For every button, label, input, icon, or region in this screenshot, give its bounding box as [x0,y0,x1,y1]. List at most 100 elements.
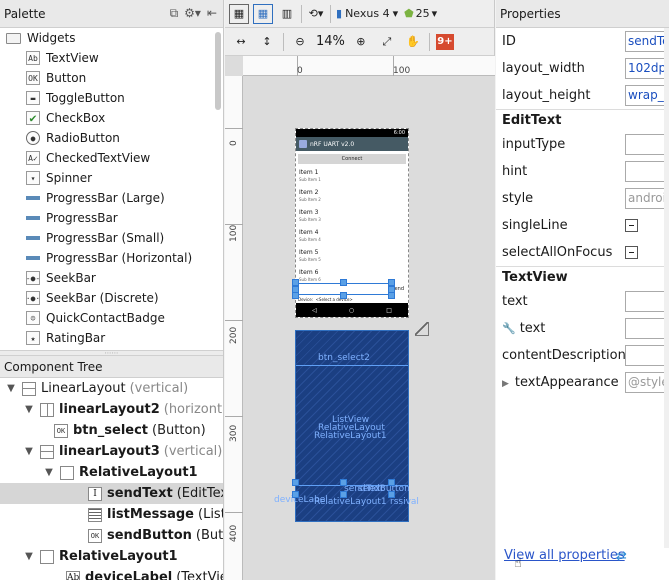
resize-handle[interactable] [388,491,395,498]
edittext-icon: I [88,486,102,501]
palette-item-progressbar[interactable]: ProgressBar [0,208,223,228]
button-icon: OK [26,71,40,85]
resize-handle[interactable] [340,479,347,486]
resize-handle[interactable] [388,292,395,299]
hand-cursor-icon: ☝ [514,556,522,571]
left-panel: Palette ⧉ ⚙▾ ⇤ Widgets Ab TextView OK Butt… [0,0,224,580]
tree-row[interactable]: ▼ RelativeLayout1 [0,462,223,483]
palette-category-widgets[interactable]: Widgets [0,28,223,48]
design-view-icon[interactable]: ▦ [229,3,249,24]
pan-hand-icon[interactable]: ✋ [403,32,423,52]
nav-bar: ◁ ○ □ [296,303,408,317]
text-tools-field[interactable] [625,318,669,339]
android-studio-layout-editor: Palette ⧉ ⚙▾ ⇤ Widgets Ab TextView OK Butt… [0,0,669,580]
tree-row[interactable]: listMessage(ListV [0,504,223,525]
properties-scrollbar[interactable] [664,28,669,548]
palette-item-button[interactable]: OK Button [0,68,223,88]
palette-item-seekbar[interactable]: -●- SeekBar [0,268,223,288]
resize-handle[interactable] [292,292,299,299]
seekbar-discrete-icon: ·●· [26,291,40,305]
zoom-in-icon[interactable]: ⊕ [351,32,371,52]
palette-item-quickcontactbadge[interactable]: ☺ QuickContactBadge [0,308,223,328]
palette-item-radiobutton[interactable]: ● RadioButton [0,128,223,148]
canvas-resize-grip[interactable] [415,322,429,336]
palette-item-checkedtextview[interactable]: A✓ CheckedTextView [0,148,223,168]
blueprint-preview[interactable]: btn_select2 ListView RelativeLayout Rela… [274,330,419,522]
palette-item-checkbox[interactable]: ✔ CheckBox [0,108,223,128]
device-preview[interactable]: 6:00 nRF UART v2.0 Connect Item 1 Sub Ite… [292,128,409,318]
layout-height-field[interactable]: wrap_content [625,85,669,106]
palette-item-togglebutton[interactable]: ▬ ToggleButton [0,88,223,108]
tree-row-selected[interactable]: I sendText (EditTex [0,483,223,504]
zoom-fit-icon[interactable]: ⤢ [377,32,397,52]
palette-item-progressbar-large[interactable]: ProgressBar (Large) [0,188,223,208]
split-view-icon[interactable]: ▥ [277,4,297,24]
relative-layout-icon [40,549,54,564]
textview-icon: Ab [66,570,80,580]
palette-item-seekbar-discrete[interactable]: ·●· SeekBar (Discrete) [0,288,223,308]
textappearance-field[interactable]: @style/TextAppearance.Holo.Light [625,372,669,393]
tree-row[interactable]: Ab deviceLabel (TextVie [0,567,223,580]
palette-item-spinner[interactable]: ▾ Spinner [0,168,223,188]
tree-row[interactable]: ▼ RelativeLayout1 [0,546,223,567]
inputtype-field[interactable] [625,134,669,155]
view-all-properties-link[interactable]: View all properties [504,548,625,563]
swap-view-icon[interactable]: ⇄ [616,549,627,564]
palette-item-progressbar-small[interactable]: ProgressBar (Small) [0,228,223,248]
style-field[interactable]: android:attr/editTextStyle [625,188,669,209]
progressbar-icon [26,196,40,200]
resize-handle[interactable] [292,491,299,498]
singleline-checkbox[interactable] [625,219,638,232]
resize-handle[interactable] [340,279,347,286]
palette-item-ratingbar[interactable]: ★ RatingBar [0,328,223,348]
palette-item-textview[interactable]: Ab TextView [0,48,223,68]
palette-scrollbar[interactable] [215,32,221,110]
expand-arrow-icon[interactable]: ▼ [4,383,18,394]
properties-title: Properties [500,6,561,21]
text-field[interactable] [625,291,669,312]
tree-row[interactable]: OK btn_select (Button) [0,420,223,441]
properties-header: Properties [496,0,669,28]
resize-handle[interactable] [340,292,347,299]
connect-button-preview[interactable]: Connect [298,154,406,164]
resize-handle[interactable] [388,479,395,486]
id-field[interactable]: sendText [625,31,669,52]
gear-icon[interactable]: ⚙▾ [184,6,201,21]
device-selector[interactable]: ▮ Nexus 4 ▾ [335,4,399,24]
prop-row-text-tools: 🔧 text [496,315,669,342]
resize-handle[interactable] [388,279,395,286]
hint-field[interactable] [625,161,669,182]
expand-arrow-icon[interactable]: ▶ [502,379,509,389]
collapse-icon[interactable]: ⧉ [170,6,179,21]
google-plus-icon[interactable]: 9+ [435,33,454,50]
hide-panel-icon[interactable]: ⇤ [207,6,217,21]
expand-arrow-icon[interactable]: ▼ [22,551,36,562]
design-canvas[interactable]: 0 100 0 100 200 300 400 6:00 nRF UART v2… [225,56,495,580]
list-item: Item 3 Sub Item 3 [299,209,321,222]
contentdescription-field[interactable] [625,345,669,366]
palette-item-progressbar-horizontal[interactable]: ProgressBar (Horizontal) [0,248,223,268]
tree-row[interactable]: OK sendButton(Butto [0,525,223,546]
palette-title: Palette [4,6,46,21]
zoom-out-icon[interactable]: ⊖ [290,32,310,52]
resize-handle[interactable] [340,491,347,498]
blueprint-label-btn-select: btn_select2 [318,353,370,363]
wrench-icon: 🔧 [502,322,516,335]
expand-horizontal-icon[interactable]: ↔ [231,32,251,52]
expand-vertical-icon[interactable]: ↕ [257,32,277,52]
resize-handle[interactable] [292,279,299,286]
resize-handle[interactable] [292,479,299,486]
expand-arrow-icon[interactable]: ▼ [22,446,36,457]
tree-row[interactable]: ▼ linearLayout2(horizonta [0,399,223,420]
tree-row[interactable]: ▼ LinearLayout (vertical) [0,378,223,399]
expand-arrow-icon[interactable]: ▼ [42,467,56,478]
layout-width-field[interactable]: 102dp [625,58,669,79]
orientation-icon[interactable]: ⟲▾ [306,4,326,24]
selectallonfocus-checkbox[interactable] [625,246,638,259]
blueprint-view-icon[interactable]: ▦ [253,3,273,24]
tree-row[interactable]: ▼ linearLayout3 (vertical) [0,441,223,462]
expand-arrow-icon[interactable]: ▼ [22,404,36,415]
palette-header: Palette ⧉ ⚙▾ ⇤ [0,0,223,28]
prop-row-singleline: singleLine [496,212,669,239]
api-selector[interactable]: ⬟ 25 ▾ [403,4,438,24]
